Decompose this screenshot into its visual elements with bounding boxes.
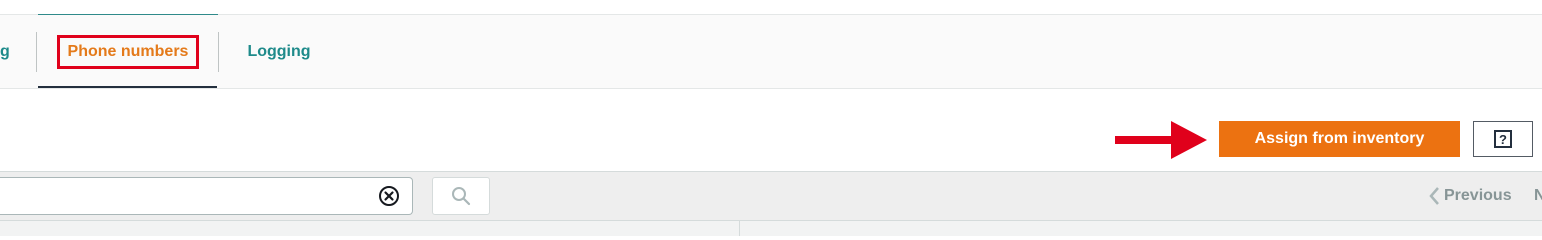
tab-logging-label: Logging (247, 43, 311, 60)
tab-separator (218, 32, 219, 72)
tab-phone-numbers-label: Phone numbers (56, 35, 200, 69)
assign-from-inventory-button[interactable]: Assign from inventory (1219, 121, 1460, 157)
search-input[interactable] (0, 177, 413, 215)
table-header (0, 221, 1542, 236)
page: g Phone numbers Logging Assign from inve… (0, 0, 1542, 236)
previous-page-button[interactable]: Previous (1428, 182, 1512, 210)
tabs-bar: g Phone numbers Logging (0, 15, 1542, 89)
next-page-button[interactable]: Next (1534, 182, 1542, 210)
help-square-icon: ? (1494, 130, 1512, 148)
tab-phone-numbers[interactable]: Phone numbers (38, 15, 218, 89)
chevron-left-icon (1429, 187, 1439, 205)
filter-bar: Previous Next (0, 171, 1542, 221)
tab-partial[interactable]: g (0, 15, 14, 89)
help-button[interactable]: ? (1473, 121, 1533, 157)
active-tab-underline (38, 86, 217, 88)
tab-logging[interactable]: Logging (234, 15, 324, 89)
next-label: Next (1534, 187, 1542, 204)
column-divider[interactable] (739, 221, 740, 236)
search-icon (452, 187, 471, 206)
previous-label: Previous (1444, 187, 1512, 204)
tab-separator (36, 32, 37, 72)
red-arrow-icon (1115, 121, 1207, 159)
clear-icon[interactable] (378, 185, 400, 207)
search-button[interactable] (432, 177, 490, 215)
tab-partial-label: g (0, 43, 10, 60)
top-strip (0, 0, 1542, 15)
